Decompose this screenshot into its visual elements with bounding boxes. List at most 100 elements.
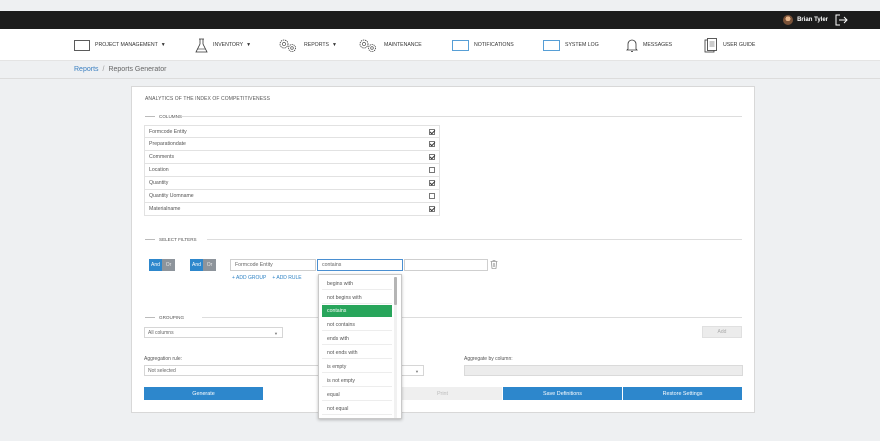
- nav-label: SYSTEM LOG: [565, 42, 599, 48]
- generate-button[interactable]: Generate: [144, 387, 263, 400]
- save-definitions-button[interactable]: Save Definitions: [503, 387, 622, 400]
- column-checkbox[interactable]: [429, 180, 435, 186]
- column-row: Comments: [144, 151, 440, 164]
- grouping-add-button[interactable]: Add: [702, 326, 742, 338]
- nav-inventory[interactable]: INVENTORY ▼: [195, 37, 251, 53]
- divider: [182, 116, 742, 117]
- nav-project-management[interactable]: PROJECT MANAGEMENT ▼: [74, 37, 166, 53]
- dropdown-scrollbar[interactable]: [394, 277, 397, 418]
- nav-maintenance[interactable]: MAINTENANCE: [357, 37, 422, 53]
- chevron-down-icon: ▼: [246, 42, 252, 48]
- column-checkbox[interactable]: [429, 154, 435, 160]
- operator-dropdown: begins with not begins with contains not…: [318, 274, 402, 419]
- grouping-heading: GROUPING: [145, 314, 184, 320]
- column-label: Formcode Entity: [149, 128, 187, 135]
- filter-group-toggle: And Or: [149, 259, 175, 271]
- operator-option[interactable]: not equal: [322, 403, 392, 415]
- divider: [202, 317, 742, 318]
- column-label: Quantity Uomname: [149, 193, 194, 199]
- operator-option[interactable]: not begins with: [322, 292, 392, 304]
- filter-field-select[interactable]: Formcode Entity: [230, 259, 316, 271]
- chevron-down-icon: ▼: [415, 369, 419, 374]
- operator-option[interactable]: equal: [322, 389, 392, 401]
- report-panel: ANALYTICS OF THE INDEX OF COMPETITIVENES…: [131, 86, 755, 419]
- top-bar: Brian Tyler: [0, 11, 880, 29]
- nav-user-guide[interactable]: USER GUIDE: [704, 37, 755, 53]
- operator-option[interactable]: not ends with: [322, 347, 392, 359]
- operator-option-selected[interactable]: contains: [322, 305, 392, 317]
- operator-option[interactable]: begins with: [322, 278, 392, 290]
- and-button[interactable]: And: [149, 259, 162, 271]
- aggregation-rule-label: Aggregation rule:: [144, 356, 183, 362]
- nav-messages[interactable]: MESSAGES: [626, 37, 672, 53]
- column-label: Materialname: [149, 206, 181, 212]
- aggregate-by-label: Aggregate by column:: [464, 356, 513, 362]
- nav-label: INVENTORY: [213, 42, 244, 48]
- column-row: Materialname: [144, 203, 440, 216]
- nav-system-log[interactable]: SYSTEM LOG: [543, 37, 599, 53]
- filter-add-links: + ADD GROUP + ADD RULE: [232, 275, 302, 281]
- column-row: Quantity Uomname: [144, 190, 440, 203]
- avatar: [783, 15, 794, 25]
- report-title: ANALYTICS OF THE INDEX OF COMPETITIVENES…: [145, 96, 271, 102]
- nav-notifications[interactable]: NOTIFICATIONS: [452, 37, 514, 53]
- column-checkbox[interactable]: [429, 167, 435, 173]
- column-checkbox[interactable]: [429, 129, 435, 135]
- column-label: Comments: [149, 154, 175, 160]
- column-checkbox[interactable]: [429, 193, 435, 199]
- divider: [207, 239, 742, 240]
- operator-option[interactable]: not contains: [322, 319, 392, 331]
- filter-value-input[interactable]: [404, 259, 488, 271]
- nav-reports[interactable]: REPORTS ▼: [277, 37, 337, 53]
- operator-option[interactable]: ends with: [322, 333, 392, 345]
- filter-rule-toggle: And Or: [190, 259, 216, 271]
- chevron-down-icon: ▼: [331, 42, 337, 48]
- chevron-down-icon: ▼: [160, 42, 166, 48]
- restore-settings-button[interactable]: Restore Settings: [623, 387, 742, 400]
- user-menu[interactable]: Brian Tyler: [783, 14, 828, 26]
- column-row: Quantity: [144, 177, 440, 190]
- nav-label: PROJECT MANAGEMENT: [95, 42, 158, 48]
- columns-heading: COLUMNS: [145, 113, 182, 119]
- or-button[interactable]: Or: [203, 259, 216, 271]
- nav-label: NOTIFICATIONS: [474, 42, 514, 48]
- main-nav: PROJECT MANAGEMENT ▼ INVENTORY ▼ REPORTS ▼ …: [0, 29, 880, 61]
- gears-icon: [359, 39, 376, 52]
- column-checkbox[interactable]: [429, 206, 435, 212]
- grouping-columns-select[interactable]: All columns ▼: [144, 327, 283, 338]
- nav-label: MAINTENANCE: [384, 42, 422, 48]
- and-button[interactable]: And: [190, 259, 203, 271]
- folder-icon: [543, 39, 560, 51]
- filters-heading: SELECT FILTERS: [145, 236, 197, 242]
- folder-icon: [74, 39, 90, 51]
- aggregate-by-select[interactable]: [464, 365, 743, 376]
- trash-icon[interactable]: [490, 260, 498, 269]
- gears-icon: [279, 39, 296, 52]
- folder-icon: [452, 39, 469, 51]
- nav-label: MESSAGES: [643, 42, 673, 48]
- flask-icon: [195, 38, 208, 52]
- column-label: Quantity: [149, 180, 169, 186]
- logout-icon[interactable]: [835, 14, 848, 26]
- add-rule-button[interactable]: + ADD RULE: [272, 275, 301, 281]
- operator-option[interactable]: is not empty: [322, 375, 392, 387]
- document-icon: [704, 37, 717, 52]
- column-row: Preparationdate: [144, 138, 440, 151]
- add-group-button[interactable]: + ADD GROUP: [232, 275, 266, 281]
- nav-label: USER GUIDE: [723, 42, 756, 48]
- or-button[interactable]: Or: [162, 259, 175, 271]
- column-checkbox[interactable]: [429, 141, 435, 147]
- column-row: Formcode Entity: [144, 125, 440, 138]
- breadcrumb-reports-link[interactable]: Reports: [74, 66, 99, 73]
- user-name: Brian Tyler: [797, 17, 828, 23]
- nav-label: REPORTS: [304, 42, 329, 48]
- column-label: Location: [149, 167, 169, 173]
- breadcrumb: Reports / Reports Generator: [0, 61, 880, 79]
- scrollbar-thumb[interactable]: [394, 277, 397, 305]
- bell-icon: [626, 39, 638, 52]
- operator-option[interactable]: is empty: [322, 361, 392, 373]
- filter-operator-select[interactable]: contains: [317, 259, 403, 271]
- column-row: Location: [144, 164, 440, 177]
- breadcrumb-current: Reports Generator: [108, 66, 167, 73]
- column-label: Preparationdate: [149, 141, 186, 147]
